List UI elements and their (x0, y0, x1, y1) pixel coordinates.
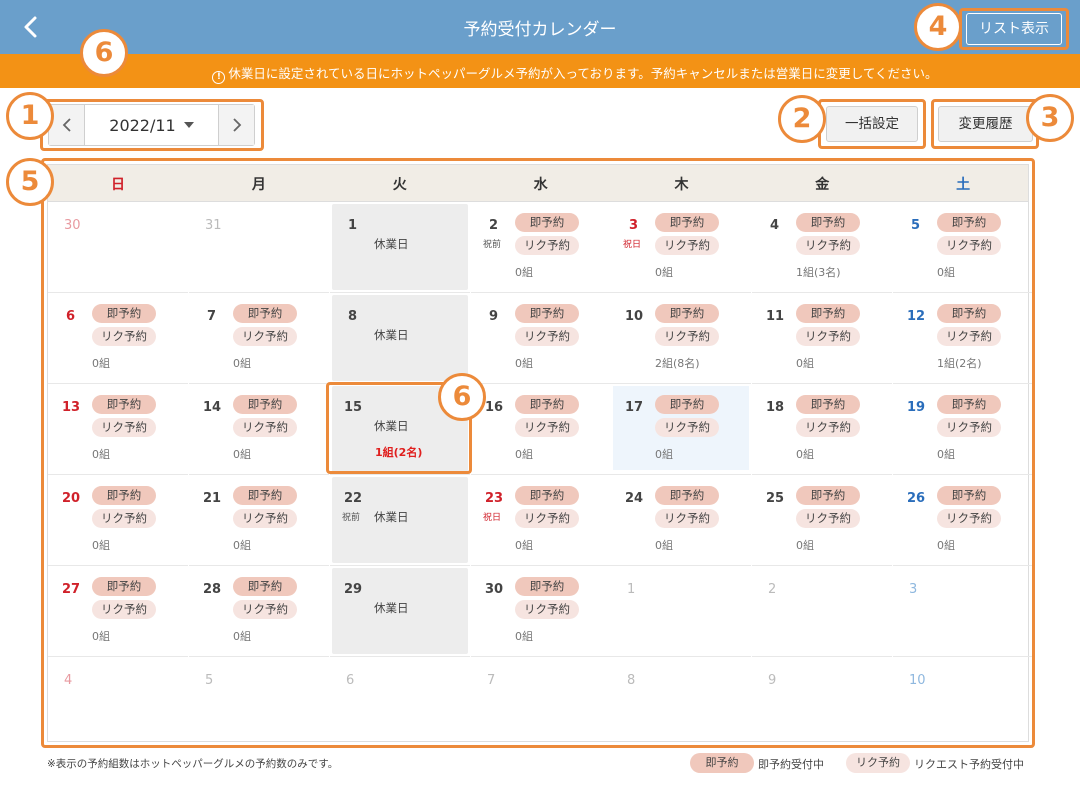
footnote: ※表示の予約組数はホットペッパーグルメの予約数のみです。 (47, 758, 339, 770)
callout-badge-4: 4 (914, 3, 962, 51)
warning-banner: ! 休業日に設定されている日にホットペッパーグルメ予約が入っております。予約キャン… (0, 54, 1080, 88)
callout-badge-6: 6 (80, 29, 128, 77)
callout-box-bulk (818, 99, 926, 149)
legend-sokuji-pill: 即予約 (690, 753, 754, 773)
callout-box-month-nav (40, 99, 264, 151)
callout-badge-3: 3 (1026, 94, 1074, 142)
legend-rikuest-pill: リク予約 (846, 753, 910, 773)
callout-box-list (959, 8, 1069, 50)
legend-rikuest-text: リクエスト予約受付中 (914, 758, 1024, 771)
callout-badge-6: 6 (438, 373, 486, 421)
callout-box-calendar (41, 158, 1035, 748)
warning-message: 休業日に設定されている日にホットペッパーグルメ予約が入っております。予約キャンセ… (228, 66, 938, 81)
warning-icon: ! (212, 71, 226, 84)
legend-sokuji-text: 即予約受付中 (758, 758, 824, 771)
callout-box-history (931, 99, 1039, 149)
callout-badge-1: 1 (6, 92, 54, 140)
callout-badge-2: 2 (778, 95, 826, 143)
callout-badge-5: 5 (6, 158, 54, 206)
